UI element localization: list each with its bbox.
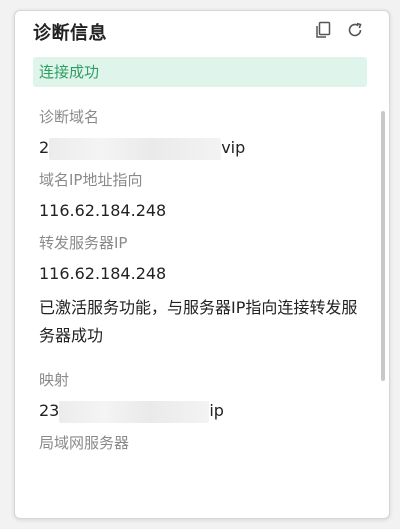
diagnostic-domain-value: 2 vip (39, 137, 369, 160)
domain-ip-value: 116.62.184.248 (39, 201, 167, 220)
redacted-mask (59, 400, 210, 423)
lan-server-label: 局域网服务器 (39, 434, 130, 452)
copy-icon[interactable] (313, 20, 333, 40)
domain-ip-label: 域名IP地址指向 (39, 171, 143, 189)
forward-server-ip-value: 116.62.184.248 (39, 264, 167, 283)
diagnostic-panel: 诊断信息 连接成功 诊断域名 2 vip 域名IP地址指向 116.62.184… (14, 10, 390, 519)
diagnostic-domain-label: 诊断域名 (39, 108, 100, 126)
scrollbar[interactable] (381, 111, 385, 381)
forward-server-ip-label: 转发服务器IP (39, 234, 128, 252)
refresh-icon[interactable] (345, 20, 365, 40)
connection-status-badge: 连接成功 (33, 57, 367, 87)
redacted-mask (49, 137, 222, 160)
mapping-label: 映射 (39, 371, 70, 389)
window-frame: 诊断信息 连接成功 诊断域名 2 vip 域名IP地址指向 116.62.184… (0, 0, 400, 529)
mapping-value: 23 ip (39, 400, 369, 423)
panel-title: 诊断信息 (33, 23, 107, 44)
panel-header: 诊断信息 (15, 11, 389, 53)
activation-note: 已激活服务功能，与服务器IP指向连接转发服务器成功 (39, 298, 358, 345)
diagnostic-details: 诊断域名 2 vip 域名IP地址指向 116.62.184.248 转发服务器I… (39, 107, 369, 463)
